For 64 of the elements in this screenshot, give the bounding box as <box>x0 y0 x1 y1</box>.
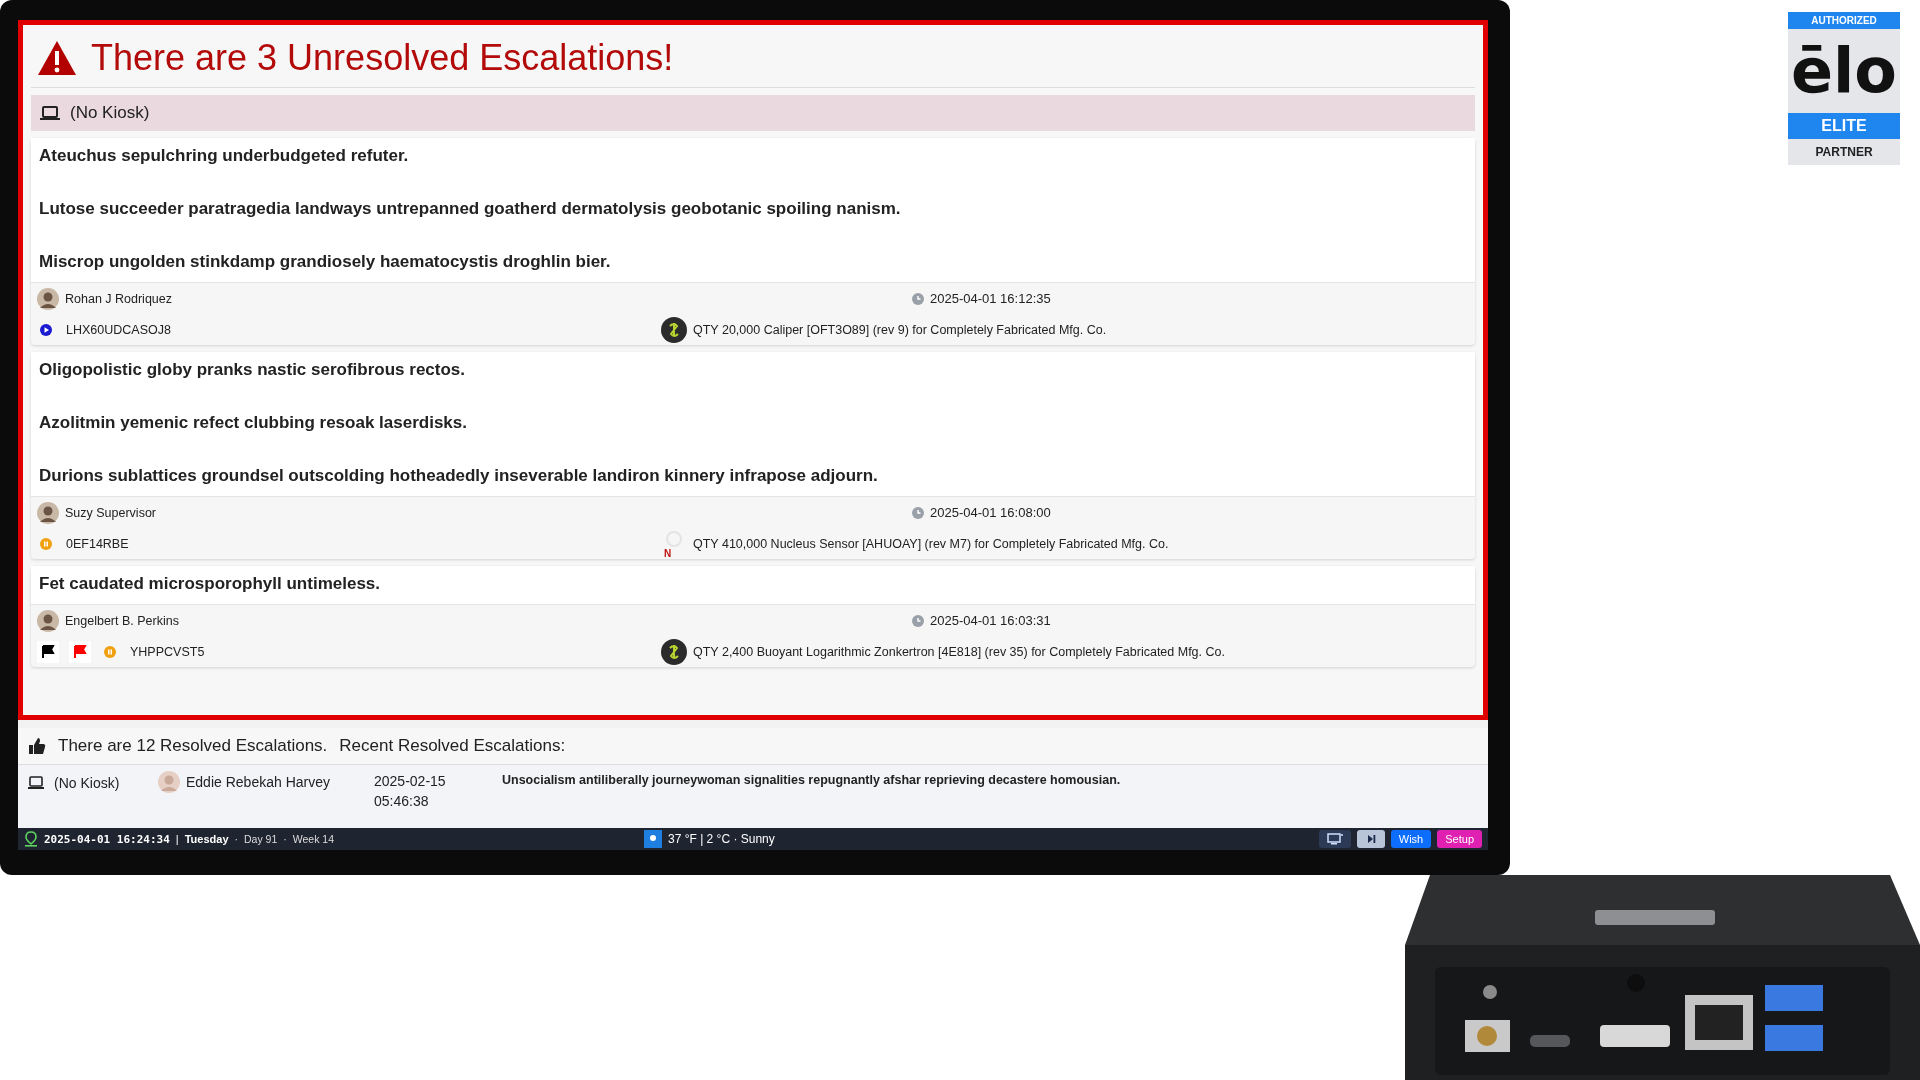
avatar-icon <box>158 771 180 793</box>
date-time: 2025-04-01 16:24:34 <box>44 832 170 846</box>
escalation-text: Azolitmin yemenic refect clubbing resoak laserdisks. <box>39 413 468 433</box>
weekday: Tuesday <box>184 833 229 845</box>
resolved-heading: Recent Resolved Escalations: <box>339 736 566 756</box>
logo-icon <box>661 316 687 343</box>
resolved-summary: There are 12 Resolved Escalations. <box>58 736 328 756</box>
user-name: Rohan J Rodriquez <box>65 291 172 306</box>
status-button[interactable]: Setup <box>1437 830 1482 848</box>
kiosk-label: (No Kiosk) <box>70 103 150 123</box>
escalation-text: Ateuchus sepulchring underbudgeted refuter. <box>39 146 410 166</box>
sun-icon <box>644 830 662 848</box>
escalation-text: Durions sublattices groundsel outscolding hotheadedly inseverable landiron kinnery infrapose adjourn. <box>39 466 879 486</box>
new-marker: N <box>664 547 672 559</box>
laptop-icon <box>28 776 44 790</box>
separator-text: · <box>283 833 287 845</box>
part-description: QTY 20,000 Caliper [OFT3O89] (rev 9) for Completely Fabricated Mfg. Co. <box>693 322 1107 337</box>
play-icon <box>40 323 52 336</box>
display-button[interactable] <box>1318 830 1351 848</box>
skip-button[interactable] <box>1356 830 1385 848</box>
part-description: QTY 2,400 Buoyant Logarithmic Zonkertron [4E818] (rev 35) for Completely Fabricated Mfg. Co. <box>693 644 1225 659</box>
timestamp: 2025-04-01 16:12:35 <box>930 291 1051 306</box>
badge-level: ELITE <box>1788 113 1900 139</box>
badge-footer: PARTNER <box>1788 139 1900 165</box>
laptop-icon <box>40 105 60 121</box>
clock-icon <box>912 614 924 627</box>
weather-text: 37 °F | 2 °C · Sunny <box>668 832 775 846</box>
ticket-code: 0EF14RBE <box>66 536 129 551</box>
ticket-code: YHPPCVST5 <box>130 644 205 659</box>
avatar-icon <box>37 501 59 524</box>
alert-title: There are 3 Unresolved Escalations! <box>91 37 674 79</box>
escalation-text: Lutose succeeder paratragedia landways untrepanned goatherd dermatolysis geobotanic spoiling nanism. <box>39 199 902 219</box>
user-name: Suzy Supervisor <box>65 505 156 520</box>
badge-heading: AUTHORIZED <box>1788 12 1900 29</box>
pause-icon <box>104 645 116 658</box>
status-button[interactable]: Wish <box>1390 830 1432 848</box>
escalation-text: Oligopolistic globy pranks nastic serofibrous rectos. <box>39 360 467 380</box>
location-pin-icon <box>24 831 38 847</box>
week-number: Week 14 <box>292 833 335 845</box>
escalation-text: Miscrop ungolden stinkdamp grandiosely haematocystis droghlin bier. <box>39 252 612 272</box>
clock-icon <box>912 506 924 519</box>
logo-icon <box>661 638 687 665</box>
part-description: QTY 410,000 Nucleus Sensor [AHUOAY] (rev M7) for Completely Fabricated Mfg. Co. <box>693 536 1169 551</box>
monitor-icon <box>1326 833 1343 845</box>
timestamp: 2025-04-01 16:03:31 <box>930 613 1051 628</box>
badge-logo: ēlo <box>1790 33 1898 109</box>
thumbs-up-icon <box>28 737 46 755</box>
user-name: Eddie Rebekah Harvey <box>186 774 330 790</box>
timestamp: 2025-04-01 16:08:00 <box>930 505 1051 520</box>
warning-icon <box>37 40 77 76</box>
time: 05:46:38 <box>374 792 430 811</box>
date: 2025-02-15 <box>374 772 447 791</box>
escalation-text: Unsocialism antiliberally journeywoman signalities repugnantly afshar reprieving decastere homousian. <box>502 772 1121 787</box>
day-of-year: Day 91 <box>244 833 278 845</box>
escalation-text: Fet caudated microsporophyll untimeless. <box>39 574 382 594</box>
separator-text: · <box>234 833 238 845</box>
user-name: Engelbert B. Perkins <box>65 613 179 628</box>
ticket-code: LHX60UDCASOJ8 <box>66 322 171 337</box>
clock-icon <box>912 292 924 305</box>
pause-icon <box>40 537 52 550</box>
avatar-icon <box>37 287 59 310</box>
avatar-icon <box>37 609 59 632</box>
separator-text: | <box>175 833 179 845</box>
kiosk-label: (No Kiosk) <box>54 775 120 791</box>
